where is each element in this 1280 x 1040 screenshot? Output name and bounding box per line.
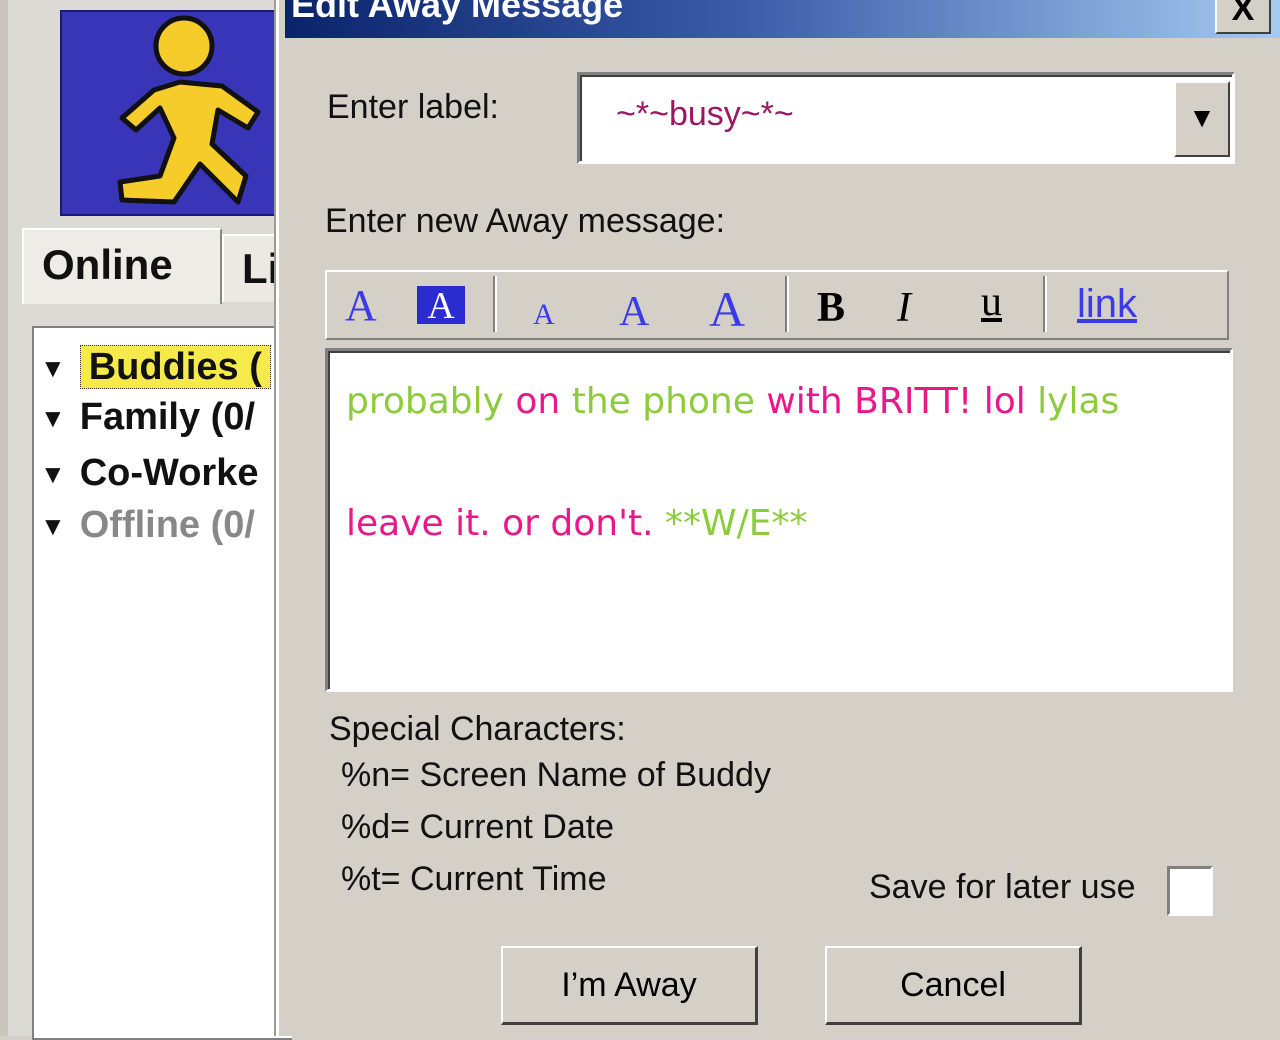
im-away-button[interactable]: I’m Away	[501, 946, 758, 1025]
special-item-date: %d= Current Date	[341, 808, 615, 846]
message-segment: the phone	[571, 381, 767, 422]
group-buddies[interactable]: ▼ Buddies (	[40, 345, 271, 389]
buddy-list-panel: ▼ Buddies ( ▼ Family (0/ ▼ Co-Worke ▼ Offlin…	[32, 326, 292, 1040]
triangle-down-icon[interactable]: ▼	[40, 403, 66, 434]
message-line-2: leave it. or don't. **W/E**	[346, 503, 807, 544]
save-for-later-label: Save for later use	[869, 868, 1136, 906]
label-value[interactable]: ~*~busy~*~	[616, 95, 794, 134]
edit-away-message-dialog: Edit Away Message X Enter label: ~*~busy…	[276, 0, 1280, 1036]
group-offline[interactable]: ▼ Offline (0/	[40, 504, 255, 547]
message-segment: lylas	[1037, 381, 1120, 422]
group-buddies-suffix: (	[238, 346, 262, 388]
away-message-editor[interactable]: probably on the phone with BRITT! lol ly…	[325, 348, 1233, 692]
text-color-button[interactable]: A	[345, 280, 377, 331]
message-segment: with BRITT! lol	[766, 381, 1038, 422]
underline-button[interactable]: u	[981, 278, 1002, 326]
group-coworkers-label: Co-Worke	[79, 452, 259, 494]
group-buddies-label: Buddies	[88, 346, 239, 388]
close-button[interactable]: X	[1215, 0, 1271, 34]
tab-online[interactable]: Online	[22, 228, 222, 304]
close-icon: X	[1231, 0, 1255, 28]
enter-label-label: Enter label:	[327, 88, 499, 126]
smaller-font-button[interactable]: A	[533, 298, 555, 332]
group-family-label: Family (0/	[79, 396, 256, 438]
message-segment: **W/E**	[664, 503, 808, 544]
message-segment: leave it. or don't.	[346, 503, 665, 544]
group-offline-label: Offline (0/	[79, 504, 255, 546]
cancel-button[interactable]: Cancel	[825, 946, 1082, 1025]
insert-link-button[interactable]: link	[1077, 282, 1137, 327]
group-family[interactable]: ▼ Family (0/	[40, 396, 255, 439]
special-item-screen-name: %n= Screen Name of Buddy	[341, 756, 771, 794]
enter-message-label: Enter new Away message:	[325, 202, 726, 240]
italic-button[interactable]: I	[897, 284, 911, 332]
aim-running-man-icon	[60, 10, 294, 216]
special-item-time: %t= Current Time	[341, 860, 607, 898]
tab-online-label: Online	[42, 241, 173, 288]
normal-font-button[interactable]: A	[619, 288, 649, 336]
title-bar[interactable]: Edit Away Message X	[285, 0, 1280, 38]
special-characters-title: Special Characters:	[329, 710, 626, 748]
font-size-button-group: A A A	[499, 276, 787, 337]
label-combobox[interactable]: ~*~busy~*~ ▼	[577, 72, 1235, 164]
group-coworkers[interactable]: ▼ Co-Worke	[40, 452, 259, 495]
color-button-group: A A	[329, 276, 495, 332]
background-color-button[interactable]: A	[417, 286, 465, 326]
bold-button[interactable]: B	[817, 284, 845, 332]
message-segment: probably	[346, 381, 516, 422]
window-edge	[0, 0, 8, 1036]
dialog-title: Edit Away Message	[291, 0, 624, 25]
larger-font-button[interactable]: A	[709, 280, 745, 338]
message-segment: on	[515, 381, 572, 422]
save-for-later-checkbox[interactable]	[1167, 866, 1213, 916]
format-toolbar: A A A A A B I u link	[325, 270, 1229, 340]
triangle-down-icon[interactable]: ▼	[40, 511, 66, 542]
buddy-list-window: Online Lib ▼ Buddies ( ▼ Family (0/ ▼ Co-Wo…	[0, 0, 314, 1040]
triangle-down-icon[interactable]: ▼	[40, 459, 66, 490]
buddy-tabs: Online Lib	[22, 228, 314, 304]
chevron-down-icon[interactable]: ▼	[1174, 81, 1230, 157]
style-button-group: B I u	[791, 276, 1045, 332]
message-line-1: probably on the phone with BRITT! lol ly…	[346, 381, 1119, 422]
triangle-down-icon[interactable]: ▼	[40, 353, 66, 384]
